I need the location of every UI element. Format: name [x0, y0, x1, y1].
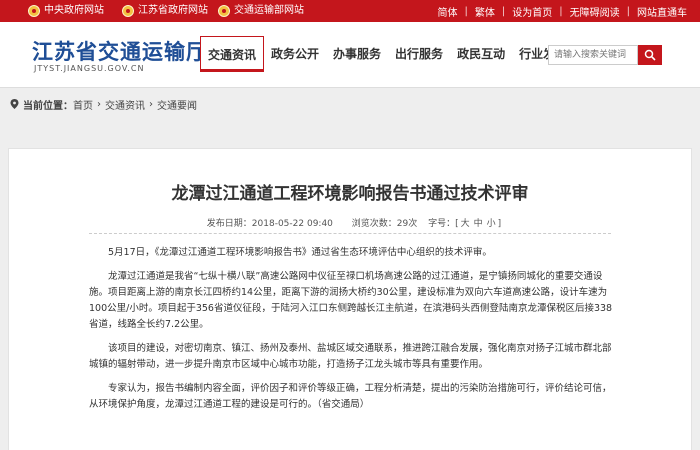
- link-accessible-reading[interactable]: 无障碍阅读: [563, 4, 627, 19]
- link-set-homepage[interactable]: 设为首页: [505, 4, 559, 19]
- divider: |: [559, 5, 563, 17]
- site-header: 江苏省交通运输厅 JTYST.JIANGSU.GOV.CN 交通资讯 政务公开 …: [0, 22, 700, 88]
- nav-news[interactable]: 交通资讯: [200, 36, 265, 72]
- site-link-jiangsu-gov[interactable]: 江苏省政府网站: [122, 0, 208, 22]
- breadcrumb-separator: ›: [97, 98, 101, 110]
- search-button[interactable]: [638, 45, 662, 65]
- top-links: 简体 | 繁体 | 设为首页 | 无障碍阅读 | 网站直通车: [431, 0, 695, 22]
- paragraph: 5月17日，《龙潭过江通道工程环境影响报告书》通过省生态环境评估中心组织的技术评…: [108, 247, 492, 258]
- link-site-express[interactable]: 网站直通车: [630, 4, 694, 19]
- breadcrumb-label: 当前位置：: [23, 100, 73, 112]
- font-size-label: 字号：[: [428, 219, 459, 229]
- link-simplified[interactable]: 简体: [431, 4, 465, 19]
- national-emblem-icon: [122, 5, 134, 17]
- article-body: 5月17日，《龙潭过江通道工程环境影响报告书》通过省生态环境评估中心组织的技术评…: [89, 245, 619, 421]
- site-title[interactable]: 江苏省交通运输厅: [32, 36, 208, 66]
- divider: [89, 233, 611, 234]
- breadcrumb-headlines[interactable]: 交通要闻: [157, 97, 197, 112]
- article-title: 龙潭过江通道工程环境影响报告书通过技术评审: [171, 184, 529, 204]
- nav-travel[interactable]: 出行服务: [388, 36, 450, 72]
- nav-interaction[interactable]: 政民互动: [450, 36, 512, 72]
- divider: |: [464, 5, 468, 17]
- location-pin-icon: [10, 99, 19, 109]
- article-meta: 发布日期：2018-05-22 09:40 浏览次数：29次 字号：[大中小]: [9, 216, 691, 229]
- nav-services[interactable]: 办事服务: [326, 36, 388, 72]
- font-size-medium[interactable]: 中: [474, 219, 483, 229]
- search-input[interactable]: [548, 45, 638, 65]
- national-emblem-icon: [28, 5, 40, 17]
- font-size-large[interactable]: 大: [461, 219, 470, 229]
- font-size-small[interactable]: 小: [487, 219, 496, 229]
- paragraph: 该项目的建设，对密切南京、镇江、扬州及泰州、盐城区域交通联系，推进跨江融合发展，…: [89, 343, 612, 370]
- breadcrumb-news[interactable]: 交通资讯: [105, 97, 145, 112]
- site-link-mot[interactable]: 交通运输部网站: [218, 0, 304, 22]
- site-link-central-gov[interactable]: 中央政府网站: [28, 0, 104, 22]
- divider: |: [626, 5, 630, 17]
- national-emblem-icon: [218, 5, 230, 17]
- nav-gov-affairs[interactable]: 政务公开: [264, 36, 326, 72]
- site-link-label: 交通运输部网站: [234, 5, 304, 16]
- top-bar: 中央政府网站 江苏省政府网站 交通运输部网站 简体 | 繁体 | 设为首页 | …: [0, 0, 700, 22]
- divider: |: [501, 5, 506, 17]
- paragraph: 龙潭过江通道是我省“七纵十横八联”高速公路网中仪征至禄口机场高速公路的过江通道，…: [89, 271, 613, 330]
- breadcrumb: 当前位置： 首页 › 交通资讯 › 交通要闻: [10, 96, 197, 112]
- main-nav: 交通资讯 政务公开 办事服务 出行服务 政民互动 行业发展: [200, 36, 574, 72]
- font-size-control: 字号：[大中小]: [428, 219, 501, 229]
- paragraph: 专家认为，报告书编制内容全面，评价因子和评价等级正确，工程分析清楚，提出的污染防…: [89, 383, 612, 410]
- publish-time: 发布日期：2018-05-22 09:40: [206, 219, 333, 229]
- font-size-end: ]: [497, 219, 502, 229]
- article-panel: 龙潭过江通道工程环境影响报告书通过技术评审 发布日期：2018-05-22 09…: [8, 148, 692, 450]
- breadcrumb-home[interactable]: 首页: [73, 97, 93, 112]
- site-link-label: 中央政府网站: [44, 5, 104, 16]
- search-icon: [644, 49, 656, 61]
- site-domain: JTYST.JIANGSU.GOV.CN: [34, 64, 145, 73]
- view-count: 浏览次数：29次: [351, 219, 418, 229]
- site-link-label: 江苏省政府网站: [138, 5, 208, 16]
- link-traditional[interactable]: 繁体: [468, 4, 502, 19]
- breadcrumb-separator: ›: [149, 98, 153, 110]
